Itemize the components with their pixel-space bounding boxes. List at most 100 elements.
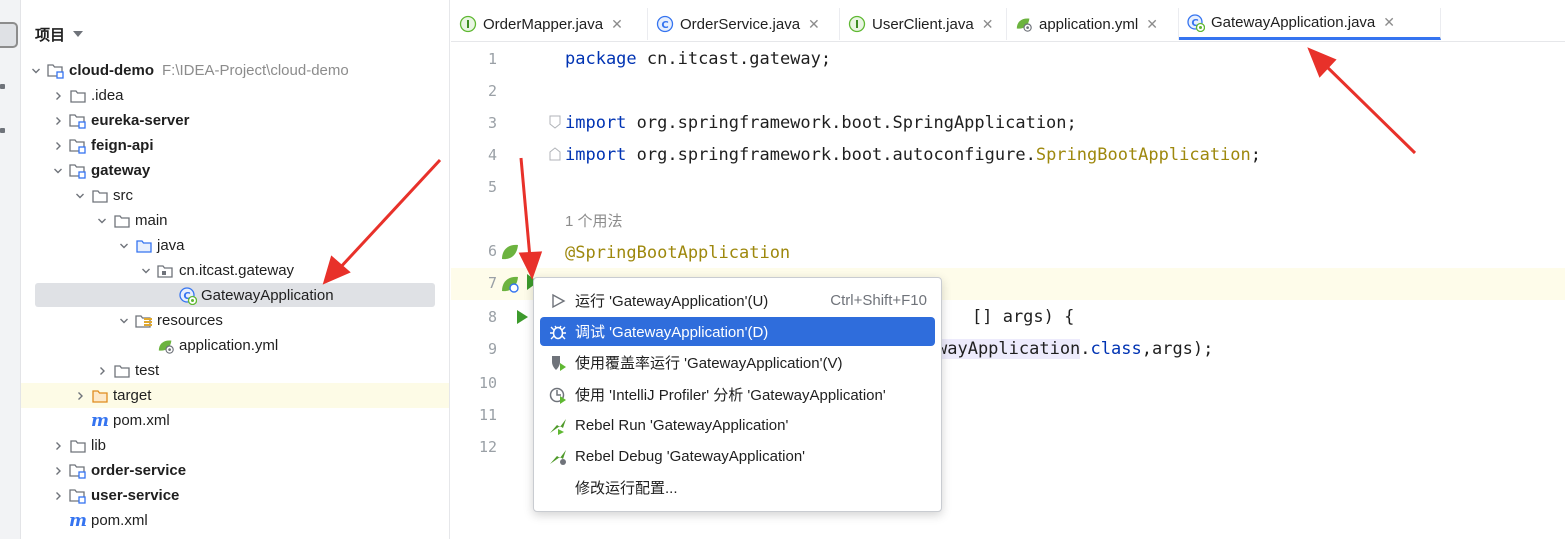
- tree-item[interactable]: application.yml: [21, 333, 449, 358]
- project-tool-icon[interactable]: [0, 22, 18, 48]
- project-path: F:\IDEA-Project\cloud-demo: [162, 62, 349, 79]
- tree-item[interactable]: resources: [21, 308, 449, 333]
- tree-item[interactable]: gateway: [21, 158, 449, 183]
- tree-item[interactable]: user-service: [21, 483, 449, 508]
- editor-tab[interactable]: UserClient.java ✕: [840, 8, 1007, 40]
- chevron-down-icon[interactable]: [29, 64, 43, 78]
- tree-item[interactable]: order-service: [21, 458, 449, 483]
- menu-item-label: 调试 'GatewayApplication'(D): [575, 324, 769, 341]
- close-icon[interactable]: ✕: [1383, 14, 1395, 31]
- tool-icon-1[interactable]: [0, 84, 5, 89]
- chevron-right-icon[interactable]: [51, 114, 65, 128]
- project-panel-header[interactable]: 项目: [35, 22, 84, 46]
- chevron-down-icon[interactable]: [117, 314, 131, 328]
- interface-icon: [848, 15, 866, 33]
- tree-item[interactable]: lib: [21, 433, 449, 458]
- line-number: 7: [487, 274, 497, 292]
- menu-item-shortcut: Ctrl+Shift+F10: [830, 292, 927, 309]
- code-token: wayApplication: [937, 339, 1081, 359]
- tree-item[interactable]: src: [21, 183, 449, 208]
- code-token: cn.itcast.gateway;: [636, 49, 832, 69]
- spring-class-icon: C: [1187, 13, 1205, 32]
- code-token: SpringBootApplication: [1035, 145, 1251, 165]
- resources-folder-icon: [135, 313, 153, 329]
- chevron-right-icon[interactable]: [95, 364, 109, 378]
- menu-item[interactable]: 使用覆盖率运行 'GatewayApplication'(V): [540, 348, 935, 377]
- chevron-down-icon[interactable]: [51, 164, 65, 178]
- run-context-menu: 运行 'GatewayApplication'(U) Ctrl+Shift+F10…: [533, 277, 942, 512]
- tree-item[interactable]: C GatewayApplication: [21, 283, 449, 308]
- menu-item[interactable]: 运行 'GatewayApplication'(U) Ctrl+Shift+F10: [540, 286, 935, 315]
- tree-item[interactable]: test: [21, 358, 449, 383]
- code-token: package: [565, 49, 637, 69]
- tree-item[interactable]: java: [21, 233, 449, 258]
- editor-tab[interactable]: C GatewayApplication.java ✕: [1179, 8, 1441, 40]
- fold-icon[interactable]: [549, 115, 561, 129]
- chevron-down-icon[interactable]: [117, 239, 131, 253]
- line-number: 1: [487, 50, 497, 68]
- tool-icon-2[interactable]: [0, 128, 5, 133]
- chevron-down-icon[interactable]: [139, 264, 153, 278]
- menu-item[interactable]: 修改运行配置...: [540, 473, 935, 502]
- tree-item[interactable]: feign-api: [21, 133, 449, 158]
- editor-tab-label: OrderMapper.java: [483, 15, 604, 33]
- close-icon[interactable]: ✕: [982, 16, 994, 33]
- spring-boot-icon[interactable]: [499, 273, 521, 295]
- chevron-right-icon[interactable]: [51, 89, 65, 103]
- close-icon[interactable]: ✕: [808, 16, 820, 33]
- tree-item[interactable]: .idea: [21, 83, 449, 108]
- menu-item[interactable]: 调试 'GatewayApplication'(D): [540, 317, 935, 346]
- source-folder-icon: [135, 238, 153, 254]
- editor-tab[interactable]: C OrderService.java ✕: [648, 8, 840, 40]
- project-panel: 项目 cloud-demo F:\IDEA-Project\cloud-demo.…: [21, 0, 450, 539]
- line-number: 5: [487, 178, 497, 196]
- run-main-icon[interactable]: [515, 309, 529, 325]
- menu-item[interactable]: 使用 'IntelliJ Profiler' 分析 'GatewayApplic…: [540, 380, 935, 409]
- editor-tabs: OrderMapper.java ✕ C OrderService.java ✕ User…: [451, 8, 1565, 42]
- tree-item-label: gateway: [91, 162, 151, 179]
- tree-item[interactable]: m pom.xml: [21, 508, 449, 533]
- line-number: 10: [478, 374, 497, 392]
- code-line: import org.springframework.boot.autoconf…: [565, 143, 1261, 167]
- editor-tab[interactable]: application.yml ✕: [1007, 8, 1179, 40]
- menu-item-label: 运行 'GatewayApplication'(U): [575, 293, 769, 310]
- tree-item[interactable]: main: [21, 208, 449, 233]
- package-icon: [157, 263, 175, 279]
- maven-icon: m: [69, 510, 87, 531]
- tree-item[interactable]: eureka-server: [21, 108, 449, 133]
- menu-item-label: 修改运行配置...: [575, 480, 678, 497]
- tree-item-label: main: [135, 212, 168, 229]
- code-line: package cn.itcast.gateway;: [565, 47, 831, 71]
- folder-icon: [113, 213, 131, 229]
- class-icon: C: [656, 15, 674, 33]
- menu-item[interactable]: Rebel Debug 'GatewayApplication': [540, 442, 935, 471]
- chevron-down-icon[interactable]: [73, 31, 84, 37]
- fold-icon[interactable]: [549, 147, 561, 161]
- tree-item[interactable]: target: [21, 383, 449, 408]
- chevron-right-icon[interactable]: [51, 139, 65, 153]
- tree-item-label: cloud-demo: [69, 62, 154, 79]
- chevron-down-icon[interactable]: [73, 189, 87, 203]
- chevron-right-icon[interactable]: [51, 464, 65, 478]
- close-icon[interactable]: ✕: [1146, 16, 1158, 33]
- tree-item[interactable]: cloud-demo F:\IDEA-Project\cloud-demo: [21, 58, 449, 83]
- chevron-right-icon[interactable]: [51, 489, 65, 503]
- editor-tab[interactable]: OrderMapper.java ✕: [451, 8, 648, 40]
- tree-item[interactable]: m pom.xml: [21, 408, 449, 433]
- chevron-down-icon[interactable]: [95, 214, 109, 228]
- code-token: org.springframework.boot.autoconfigure.: [626, 145, 1036, 165]
- spring-bean-icon[interactable]: [499, 241, 521, 263]
- chevron-right-icon[interactable]: [51, 439, 65, 453]
- close-icon[interactable]: ✕: [611, 16, 623, 33]
- module-folder-icon: [69, 488, 87, 504]
- tree-item[interactable]: cn.itcast.gateway: [21, 258, 449, 283]
- code-token: .: [1080, 339, 1091, 359]
- chevron-right-icon[interactable]: [73, 389, 87, 403]
- menu-item[interactable]: Rebel Run 'GatewayApplication': [540, 411, 935, 440]
- line-number: 11: [478, 406, 497, 424]
- tree-item-label: user-service: [91, 487, 180, 504]
- editor-tab-label: application.yml: [1039, 15, 1139, 33]
- code-token: ,args);: [1141, 339, 1214, 359]
